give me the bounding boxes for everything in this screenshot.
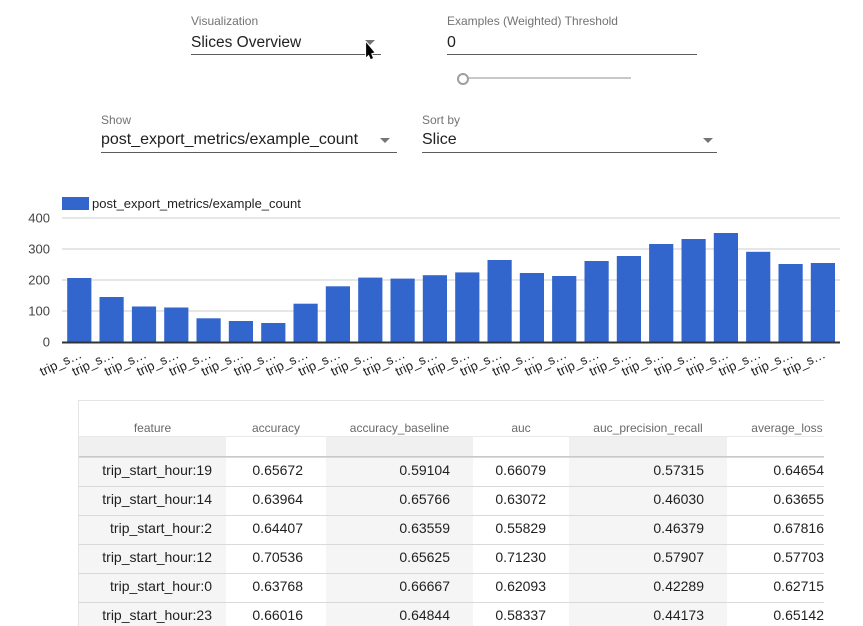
svg-text:0: 0	[43, 335, 50, 350]
svg-text:100: 100	[28, 304, 50, 319]
svg-text:300: 300	[28, 242, 50, 257]
svg-text:400: 400	[28, 211, 50, 226]
svg-text:200: 200	[28, 273, 50, 288]
